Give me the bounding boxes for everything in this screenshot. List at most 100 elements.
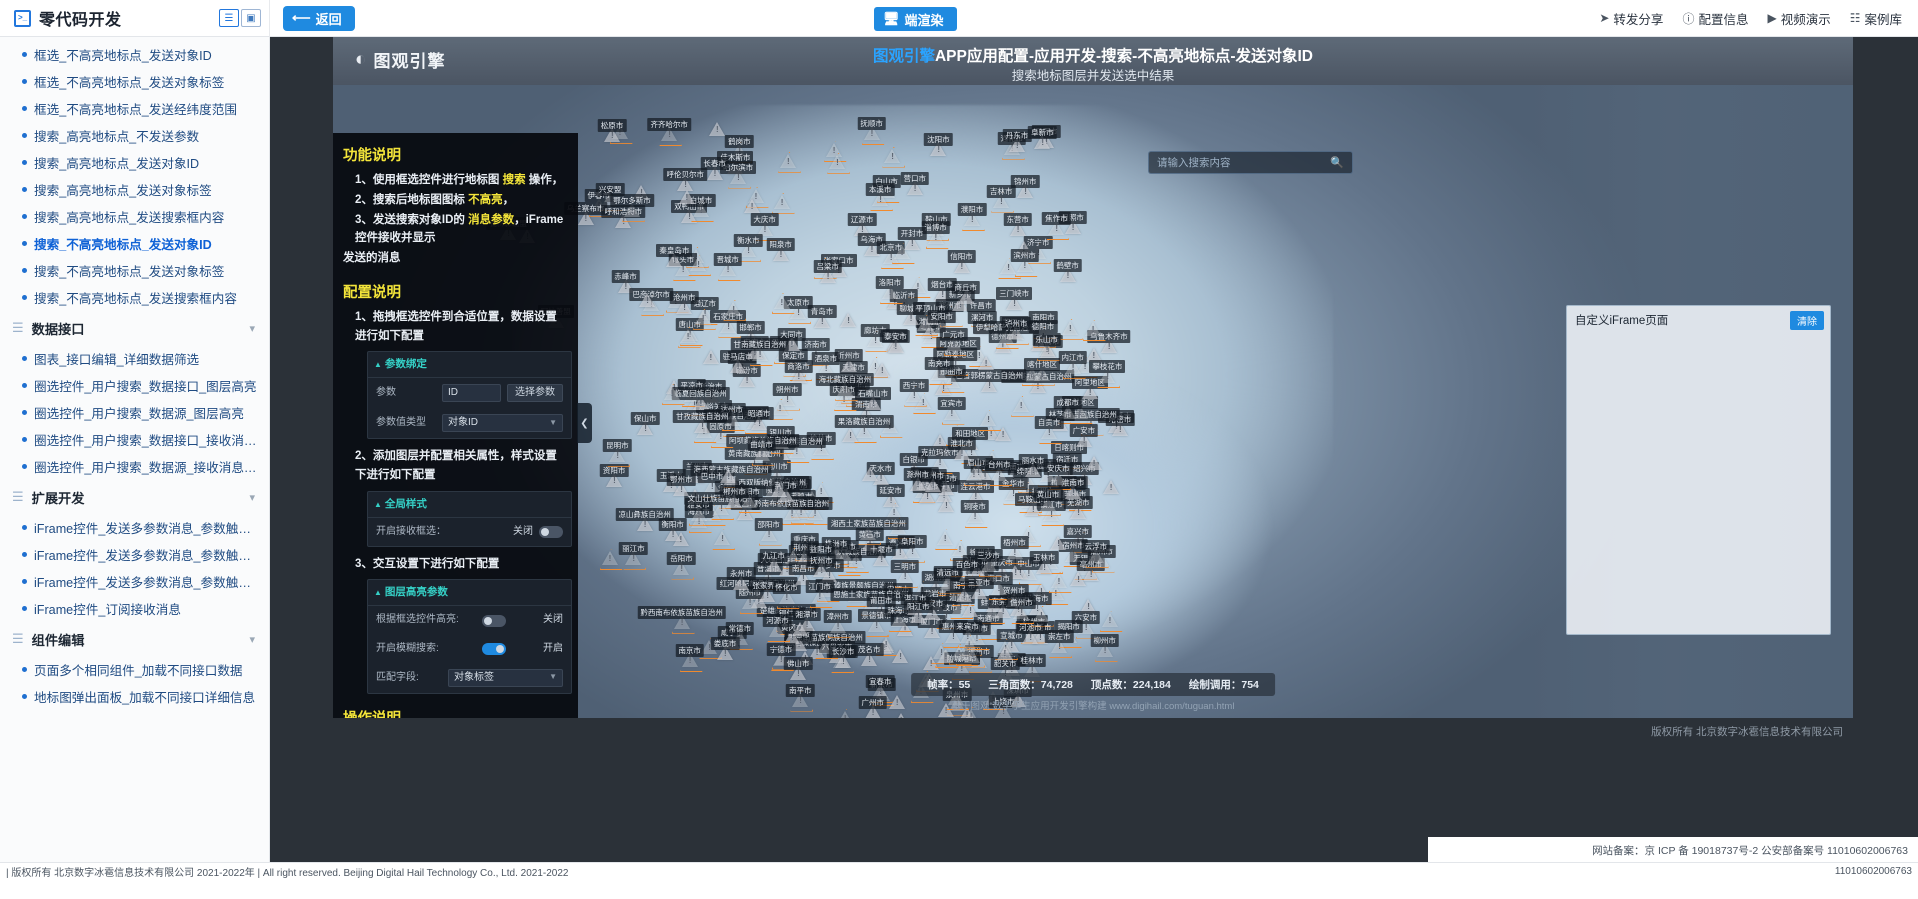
map-marker[interactable]: ! xyxy=(774,295,791,310)
map-marker[interactable]: ! xyxy=(997,646,1014,661)
map-marker[interactable]: ! xyxy=(862,467,879,482)
map-marker[interactable]: ! xyxy=(892,649,909,664)
top-link-share[interactable]: ➤ 转发分享 xyxy=(1599,9,1663,28)
cfg-line-1: 1、拖拽框选控件到合适位置，数据设置进行如下配置 xyxy=(343,308,568,345)
config-row-match-field-select[interactable]: 对象标签▼ xyxy=(448,669,563,687)
map-marker[interactable]: ! xyxy=(874,363,891,378)
marker-exclamation-icon: ! xyxy=(1002,431,1005,439)
sidebar-group-10[interactable]: ☰数据接口▾ xyxy=(0,311,269,345)
marker-exclamation-icon: ! xyxy=(821,318,824,326)
sidebar-item-6[interactable]: 搜索_高亮地标点_发送搜索框内容 xyxy=(0,203,269,230)
sidebar-item-4[interactable]: 搜索_高亮地标点_发送对象ID xyxy=(0,149,269,176)
select-param-button[interactable]: 选择参数 xyxy=(507,384,563,402)
config-box-layer-highlight-header[interactable]: ▲图层高亮参数 xyxy=(368,580,571,606)
top-link-video[interactable]: ▶ 视频演示 xyxy=(1767,9,1830,28)
map-marker[interactable]: ! xyxy=(725,302,742,317)
map-marker[interactable]: ! xyxy=(1000,260,1017,275)
map-marker[interactable]: ! xyxy=(1085,322,1102,337)
config-row-param-input[interactable]: ID xyxy=(442,384,501,402)
map-marker[interactable]: ! xyxy=(679,190,696,205)
config-row-param-type-select[interactable]: 对象ID▼ xyxy=(442,414,563,432)
map-marker[interactable]: ! xyxy=(980,412,997,427)
map-marker[interactable]: ! xyxy=(602,551,619,566)
sidebar-item-13[interactable]: 圈选控件_用户搜索_数据源_图层高亮 xyxy=(0,399,269,426)
render-button[interactable]: 🖥 端渲染 xyxy=(874,7,957,31)
map-marker[interactable]: ! xyxy=(703,350,720,365)
marker-triangle-icon xyxy=(780,154,796,168)
map-marker[interactable]: ! xyxy=(837,711,854,718)
map-view[interactable]: 请输入搜索内容 🔍 !鹤岗市!!!佳木斯市!!!双鸭山市!!伊春市!齐齐哈尔市!… xyxy=(333,85,1853,718)
sidebar-item-15[interactable]: 圈选控件_用户搜索_数据源_接收消息加... xyxy=(0,453,269,480)
sidebar-item-0[interactable]: 框选_不高亮地标点_发送对象ID xyxy=(0,41,269,68)
toggle-fuzzy-search[interactable] xyxy=(482,643,506,655)
marker-exclamation-icon: ! xyxy=(1106,373,1109,381)
map-marker[interactable]: ! xyxy=(664,386,681,401)
sidebar-group-16[interactable]: ☰扩展开发▾ xyxy=(0,480,269,514)
map-marker[interactable]: ! xyxy=(1062,321,1079,336)
map-marker[interactable]: ! xyxy=(1103,480,1120,495)
chevron-down-icon[interactable]: ▾ xyxy=(249,491,255,504)
toggle-accept-box-select[interactable] xyxy=(539,526,563,538)
sidebar-item-19[interactable]: iFrame控件_发送多参数消息_参数触发加... xyxy=(0,568,269,595)
map-marker[interactable]: ! xyxy=(962,603,979,618)
iframe-panel[interactable]: 自定义iFrame页面 清除 xyxy=(1566,305,1831,635)
sidebar-item-2[interactable]: 框选_不高亮地标点_发送经纬度范围 xyxy=(0,95,269,122)
map-marker[interactable]: ! xyxy=(695,311,712,326)
back-button[interactable]: ⟵ 返回 xyxy=(283,6,355,31)
config-box-param-binding-header[interactable]: ▲参数绑定 xyxy=(368,352,571,378)
map-marker[interactable]: ! xyxy=(937,531,954,546)
map-marker[interactable]: ! xyxy=(680,329,697,344)
sidebar-item-9[interactable]: 搜索_不高亮地标点_发送搜索框内容 xyxy=(0,284,269,311)
marker-exclamation-icon: ! xyxy=(836,159,839,167)
map-marker[interactable]: ! xyxy=(714,531,731,546)
config-box-global-style-header[interactable]: ▲全局样式 xyxy=(368,492,571,518)
sidebar-item-8[interactable]: 搜索_不高亮地标点_发送对象标签 xyxy=(0,257,269,284)
map-marker[interactable]: ! xyxy=(780,154,797,169)
sidebar-item-20[interactable]: iFrame控件_订阅接收消息 xyxy=(0,595,269,622)
sidebar-item-18[interactable]: iFrame控件_发送多参数消息_参数触发筛... xyxy=(0,541,269,568)
map-marker[interactable]: ! xyxy=(771,483,788,498)
map-marker[interactable]: ! xyxy=(690,257,707,272)
sidebar-item-22[interactable]: 页面多个相同组件_加载不同接口数据 xyxy=(0,656,269,683)
map-marker[interactable]: ! xyxy=(1102,613,1119,628)
map-marker[interactable]: ! xyxy=(884,149,901,164)
map-marker[interactable]: ! xyxy=(840,313,857,328)
instruction-panel-collapse[interactable]: ❮ xyxy=(577,403,592,443)
map-marker[interactable]: ! xyxy=(772,401,789,416)
map-marker[interactable]: ! xyxy=(639,293,656,308)
map-marker[interactable]: ! xyxy=(709,122,726,137)
sidebar-item-3[interactable]: 搜索_高亮地标点_不发送参数 xyxy=(0,122,269,149)
sidebar-item-11[interactable]: 图表_接口编辑_详细数据筛选 xyxy=(0,345,269,372)
sidebar-item-7[interactable]: 搜索_不高亮地标点_发送对象ID xyxy=(0,230,269,257)
map-marker[interactable]: ! xyxy=(978,356,995,371)
marker-exclamation-icon: ! xyxy=(820,567,823,575)
stat-0: 帧率：55 xyxy=(927,677,970,692)
sidebar-item-23[interactable]: 地标图弹出面板_加载不同接口详细信息 xyxy=(0,683,269,710)
map-marker[interactable]: ! xyxy=(966,467,983,482)
map-marker[interactable]: ! xyxy=(1070,572,1087,587)
list-view-icon[interactable]: ☰ xyxy=(219,9,239,27)
map-marker[interactable]: ! xyxy=(938,498,955,513)
sidebar-item-12[interactable]: 圈选控件_用户搜索_数据接口_图层高亮 xyxy=(0,372,269,399)
sidebar-item-17[interactable]: iFrame控件_发送多参数消息_参数触发高... xyxy=(0,514,269,541)
sidebar-item-5[interactable]: 搜索_高亮地标点_发送对象标签 xyxy=(0,176,269,203)
map-marker[interactable]: ! xyxy=(829,155,846,170)
map-marker[interactable]: ! xyxy=(1050,536,1067,551)
iframe-panel-clear-button[interactable]: 清除 xyxy=(1790,311,1824,330)
map-marker[interactable]: ! xyxy=(938,649,955,664)
map-marker[interactable]: ! xyxy=(1033,608,1050,623)
toggle-highlight-by-box[interactable] xyxy=(482,615,506,627)
map-marker[interactable]: ! xyxy=(1086,456,1103,471)
sidebar-item-1[interactable]: 框选_不高亮地标点_发送对象标签 xyxy=(0,68,269,95)
map-marker[interactable]: ! xyxy=(774,195,791,210)
sidebar-item-14[interactable]: 圈选控件_用户搜索_数据接口_接收消息... xyxy=(0,426,269,453)
map-marker[interactable]: ! xyxy=(1013,398,1030,413)
top-link-library[interactable]: ☷ 案例库 xyxy=(1850,9,1902,28)
chevron-down-icon[interactable]: ▾ xyxy=(249,633,255,646)
top-link-config[interactable]: ⓘ 配置信息 xyxy=(1682,9,1748,28)
map-marker[interactable]: ! xyxy=(1051,574,1068,589)
sidebar-group-21[interactable]: ☰组件编辑▾ xyxy=(0,622,269,656)
chevron-down-icon[interactable]: ▾ xyxy=(249,322,255,335)
map-marker[interactable]: ! xyxy=(958,647,975,662)
card-view-icon[interactable]: ▣ xyxy=(241,9,261,27)
